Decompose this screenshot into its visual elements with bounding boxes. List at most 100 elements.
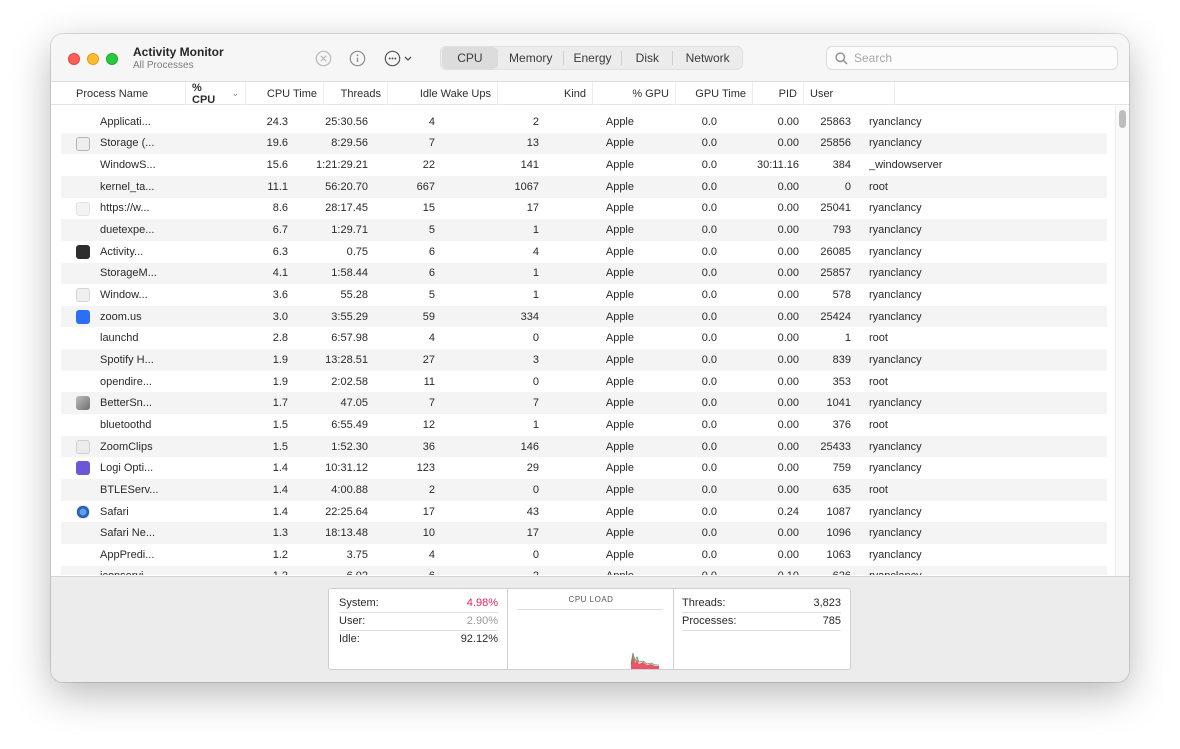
table-row[interactable]: Window... 3.6 55.28 5 1 Apple 0.0 0.00 578 ryancl…: [61, 284, 1107, 306]
gpu-time-cell: 0.00: [777, 353, 799, 366]
user-cell: ryanclancy: [869, 527, 922, 540]
column-header-threads[interactable]: Threads: [324, 82, 388, 105]
table-row[interactable]: BetterSn... 1.7 47.05 7 7 Apple 0.0 0.00 1041 rya…: [61, 392, 1107, 415]
process-name-cell: Storage (...: [100, 137, 155, 150]
gpu-percent-cell: 0.0: [701, 527, 717, 540]
pid-cell: 25433: [820, 440, 851, 453]
table-row[interactable]: kernel_ta... 11.1 56:20.70 667 1067 Apple 0.0 0…: [61, 175, 1107, 198]
table-row[interactable]: Safari Ne... 1.3 18:13.48 10 17 Apple 0.0 0.00 1…: [61, 522, 1107, 544]
more-actions-icon[interactable]: [384, 49, 418, 67]
table-row[interactable]: iconservi...1.26.0262Apple0.00.10626 ryan…: [61, 565, 1107, 575]
column-header-kind[interactable]: Kind: [498, 82, 593, 105]
gpu-percent-cell: 0.0: [701, 137, 717, 150]
table-row[interactable]: Applicati... 24.3 25:30.56 4 2 Apple 0.0 0.00 25…: [61, 111, 1107, 133]
threads-cell: 6: [428, 245, 435, 258]
kind-cell: Apple: [605, 397, 634, 410]
user-cell: root: [869, 483, 888, 496]
table-row[interactable]: Logi Opti... 1.4 10:31.12 123 29 Apple 0.0 0.00…: [61, 457, 1107, 479]
column-header-cpu-time[interactable]: CPU Time: [246, 82, 324, 105]
column-header-gpu[interactable]: % GPU: [593, 82, 676, 105]
kind-cell: Apple: [605, 440, 634, 453]
table-row[interactable]: Storage (... 19.6 8:29.56 7 13 Apple 0.0 0.00 25…: [61, 132, 1107, 155]
stop-process-icon[interactable]: [314, 49, 332, 67]
idle-wake-ups-cell: 4: [532, 245, 539, 258]
table-row[interactable]: Safari 1.4 22:25.64 17 43 Apple 0.0 0.24 1087 rya…: [61, 501, 1107, 523]
table-row[interactable]: https://w... 8.6 28:17.45 15 17 Apple 0.0 0.00 2…: [61, 198, 1107, 220]
gpu-time-cell: 0.10: [717, 566, 799, 575]
processes-label: Processes:: [682, 615, 737, 627]
activity-monitor-window: Activity Monitor All Processes CPU Memor…: [51, 34, 1129, 682]
tab-disk[interactable]: Disk: [622, 47, 672, 69]
idle-wake-ups-cell: 2: [532, 115, 539, 128]
idle-wake-ups-cell: 146: [520, 440, 539, 453]
idle-wake-ups-cell: 1067: [514, 180, 539, 193]
column-header-pid[interactable]: PID: [753, 82, 804, 105]
table-row[interactable]: zoom.us 3.0 3:55.29 59 334 Apple 0.0 0.00 25424 r…: [61, 305, 1107, 328]
minimize-window-button[interactable]: [87, 53, 99, 65]
search-field[interactable]: [826, 46, 1118, 70]
scrollbar-thumb[interactable]: [1119, 110, 1126, 128]
sort-descending-icon: ⌄: [231, 88, 239, 98]
close-window-button[interactable]: [68, 53, 80, 65]
gpu-time-cell: 0.24: [777, 505, 799, 518]
threads-cell: 36: [422, 440, 435, 453]
table-row[interactable]: bluetoothd 1.5 6:55.49 12 1 Apple 0.0 0.00 376 ro…: [61, 414, 1107, 436]
kind-cell: Apple: [605, 418, 634, 431]
pid-cell: 793: [832, 224, 851, 237]
idle-wake-ups-cell: 1: [532, 418, 539, 431]
idle-wake-ups-cell: 0: [532, 375, 539, 388]
column-header-gpu-time[interactable]: GPU Time: [676, 82, 753, 105]
table-row[interactable]: Spotify H... 1.9 13:28.51 27 3 Apple 0.0 0.00 83…: [61, 349, 1107, 371]
cpu-percent-cell: 1.2: [272, 548, 288, 561]
table-row[interactable]: Activity... 6.3 0.75 6 4 Apple 0.0 0.00 26085 rya…: [61, 241, 1107, 263]
process-name-cell: WindowS...: [100, 159, 156, 172]
process-name-cell: kernel_ta...: [100, 180, 155, 193]
gpu-time-cell: 0.00: [777, 310, 799, 323]
gpu-percent-cell: 0.0: [701, 440, 717, 453]
cpu-percent-cell: 1.3: [272, 527, 288, 540]
gpu-percent-cell: 0.0: [701, 115, 717, 128]
zoom-window-button[interactable]: [106, 53, 118, 65]
process-name-cell: ZoomClips: [100, 440, 153, 453]
table-row[interactable]: opendire... 1.9 2:02.58 11 0 Apple 0.0 0.00 353 r…: [61, 371, 1107, 393]
search-input[interactable]: [854, 51, 1094, 65]
bettersnap-icon: [76, 396, 90, 411]
gpu-time-cell: 0.00: [777, 224, 799, 237]
column-header-cpu[interactable]: % CPU ⌄: [186, 82, 246, 106]
process-name-cell: Applicati...: [100, 115, 151, 128]
info-icon[interactable]: [348, 49, 366, 67]
user-stat: User: 2.90%: [339, 613, 498, 629]
table-row[interactable]: WindowS... 15.6 1:21:29.21 22 141 Apple 0.0 30:…: [61, 154, 1107, 176]
table-row[interactable]: duetexpe... 6.7 1:29.71 5 1 Apple 0.0 0.00 793 ry…: [61, 219, 1107, 241]
tab-energy[interactable]: Energy: [564, 47, 622, 69]
user-cell: ryanclancy: [869, 137, 922, 150]
tab-network[interactable]: Network: [673, 47, 742, 69]
cpu-percent-cell: 24.3: [266, 115, 288, 128]
pid-cell: 0: [844, 180, 851, 193]
table-row[interactable]: ZoomClips 1.5 1:52.30 36 146 Apple 0.0 0.00 2543…: [61, 435, 1107, 458]
column-header-process-name[interactable]: Process Name: [70, 82, 186, 105]
threads-cell: 4: [428, 548, 435, 561]
tab-memory[interactable]: Memory: [499, 47, 563, 69]
cpu-percent-cell: 6.7: [272, 224, 288, 237]
pid-cell: 839: [832, 353, 851, 366]
threads-cell: 4: [428, 115, 435, 128]
table-row[interactable]: BTLEServ... 1.4 4:00.88 2 0 Apple 0.0 0.00 635 ro…: [61, 479, 1107, 501]
cpu-time-cell: 1:52.30: [331, 440, 368, 453]
idle-wake-ups-cell: 1: [532, 267, 539, 280]
table-row[interactable]: AppPredi... 1.2 3.75 4 0 Apple 0.0 0.00 1063 ryan…: [61, 544, 1107, 566]
cpu-time-cell: 0.75: [346, 245, 368, 258]
column-header-user[interactable]: User: [804, 82, 895, 105]
table-row[interactable]: launchd 2.8 6:57.98 4 0 Apple 0.0 0.00 1 root: [61, 328, 1107, 350]
column-header-idle-wake-ups[interactable]: Idle Wake Ups: [388, 82, 498, 105]
threads-label: Threads:: [682, 597, 726, 609]
tab-cpu[interactable]: CPU: [442, 47, 498, 69]
gpu-percent-cell: 0.0: [701, 332, 717, 345]
vertical-scrollbar[interactable]: [1115, 106, 1129, 576]
user-cell: root: [869, 332, 888, 345]
column-label: Kind: [563, 87, 586, 100]
gpu-time-cell: 0.00: [777, 115, 799, 128]
divider: [673, 589, 674, 669]
gpu-time-cell: 30:11.16: [756, 159, 799, 172]
table-row[interactable]: StorageM... 4.1 1:58.44 6 1 Apple 0.0 0.00 25857…: [61, 262, 1107, 285]
